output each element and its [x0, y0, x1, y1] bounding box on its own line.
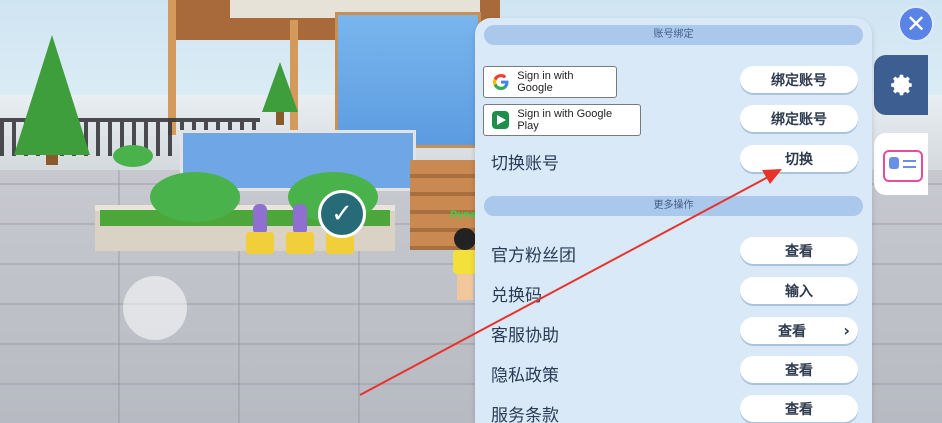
- annotation-arrow: [359, 169, 782, 396]
- annotation-arrow-line: [359, 175, 771, 396]
- annotation-arrow-head: [762, 169, 782, 184]
